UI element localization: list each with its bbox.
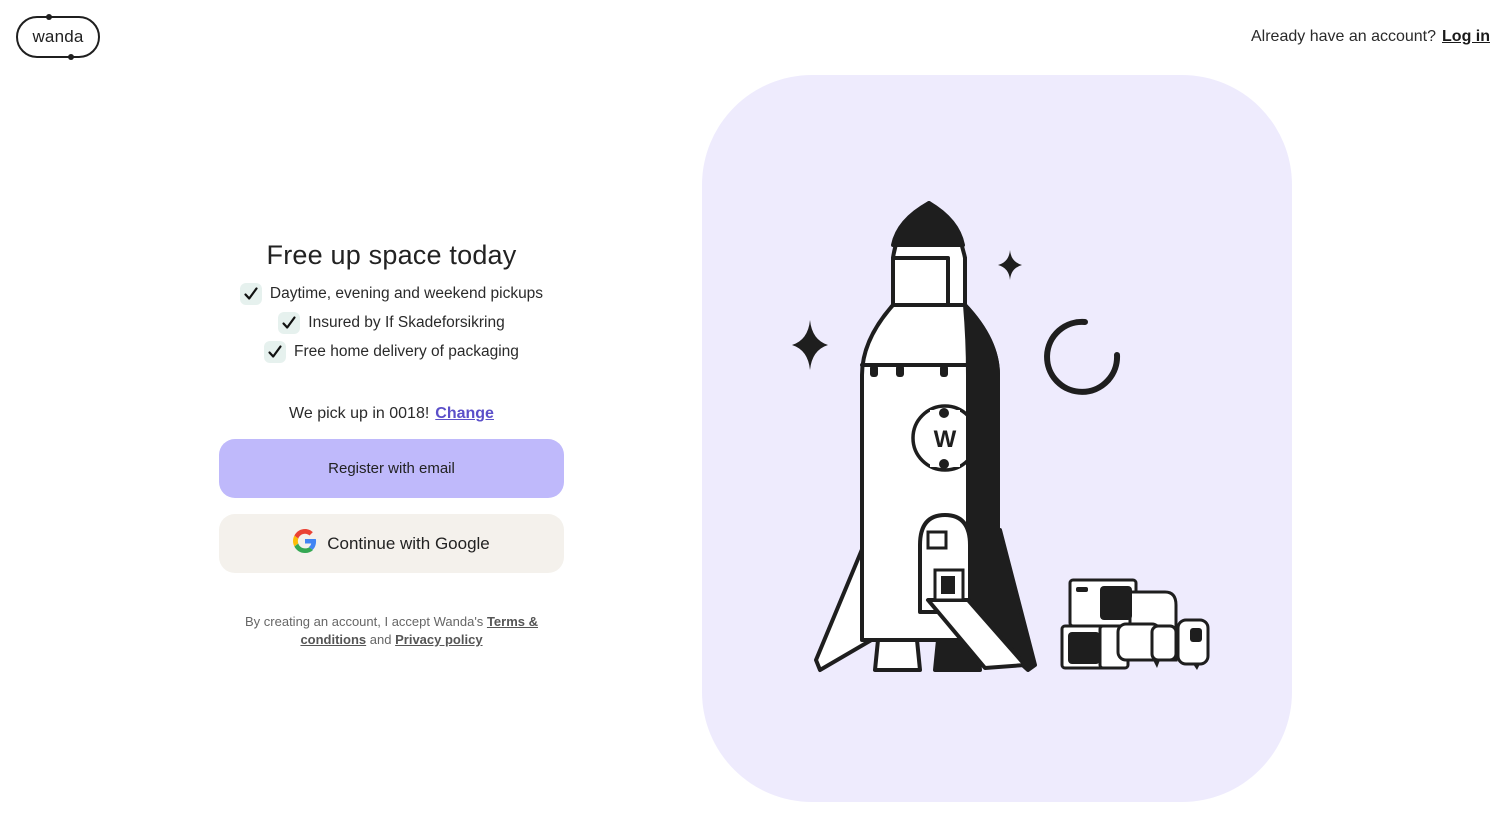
benefit-item: Free home delivery of packaging	[264, 341, 519, 363]
rocket-illustration: W	[792, 201, 1210, 672]
pickup-text: We pick up in 0018!	[289, 405, 430, 422]
google-icon	[293, 529, 317, 558]
benefit-label: Daytime, evening and weekend pickups	[269, 285, 544, 302]
logo-dot-top	[46, 14, 52, 20]
benefit-item: Insured by If Skadeforsikring	[278, 312, 505, 334]
register-email-button[interactable]: Register with email	[219, 439, 564, 498]
benefit-item: Daytime, evening and weekend pickups	[239, 283, 544, 305]
logo-text: wanda	[32, 27, 84, 46]
benefits-list: Daytime, evening and weekend pickups Ins…	[239, 283, 544, 363]
signup-panel: Free up space today Daytime, evening and…	[219, 240, 564, 662]
hero-illustration-panel: W	[702, 75, 1292, 802]
benefit-label: Free home delivery of packaging	[294, 343, 519, 360]
google-signin-button[interactable]: Continue with Google	[219, 514, 564, 573]
legal-conjunction: and	[369, 632, 392, 647]
check-icon	[278, 312, 301, 334]
benefit-label: Insured by If Skadeforsikring	[308, 314, 505, 331]
check-icon	[239, 283, 262, 305]
rocket-logo-letter: W	[934, 426, 957, 453]
moon-icon	[1044, 318, 1121, 395]
pickup-location: We pick up in 0018! Change	[289, 405, 494, 423]
legal-notice: By creating an account, I accept Wanda's…	[232, 613, 552, 649]
login-prompt: Already have an account? Log in	[1251, 28, 1490, 46]
legal-prefix: By creating an account, I accept Wanda's	[245, 614, 484, 629]
privacy-link[interactable]: Privacy policy	[395, 632, 482, 647]
change-postcode-link[interactable]: Change	[435, 405, 494, 423]
star-icon	[998, 250, 1022, 280]
signup-page: wanda Already have an account? Log in Fr…	[0, 0, 1512, 814]
register-email-label: Register with email	[328, 460, 455, 477]
logo-dot-bottom	[68, 54, 74, 60]
check-icon	[264, 341, 287, 363]
wanda-logo[interactable]: wanda	[16, 14, 100, 60]
star-icon	[792, 320, 828, 370]
page-title: Free up space today	[266, 240, 517, 270]
login-prompt-text: Already have an account?	[1251, 28, 1437, 45]
google-label: Continue with Google	[327, 533, 490, 553]
login-link[interactable]: Log in	[1442, 28, 1490, 46]
